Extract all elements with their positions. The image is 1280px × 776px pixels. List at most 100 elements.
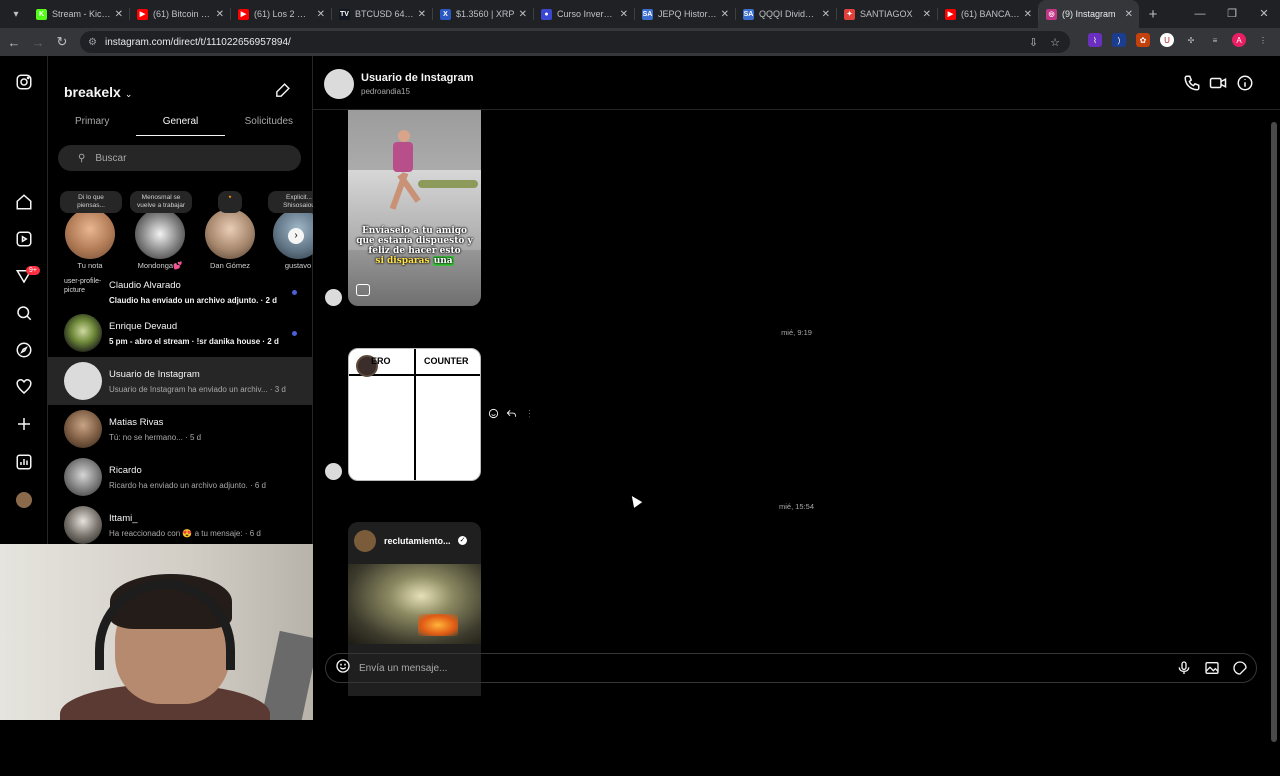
avatar[interactable] [324, 69, 354, 99]
image-icon[interactable] [1204, 660, 1220, 681]
more-options-icon[interactable] [524, 406, 535, 424]
close-tab-icon[interactable]: ✕ [418, 9, 426, 20]
page-scrollbar[interactable] [1268, 112, 1280, 776]
new-message-icon[interactable] [274, 82, 291, 104]
reply-icon[interactable] [506, 406, 517, 424]
forward-button[interactable]: → [26, 35, 50, 50]
close-tab-icon[interactable]: ✕ [923, 9, 931, 20]
tab-title: JEPQ Historical [658, 9, 717, 19]
sticker-icon[interactable] [1232, 660, 1248, 681]
search-input[interactable]: ⚲ Buscar [58, 145, 301, 171]
back-button[interactable]: ← [2, 35, 26, 50]
verified-icon: ✓ [458, 536, 467, 545]
message-input[interactable] [359, 662, 1139, 674]
tab-title: SANTIAGOX [860, 9, 913, 19]
browser-tab[interactable]: ✦ SANTIAGOX ✕ [836, 0, 937, 28]
tab-requests[interactable]: Solicitudes [225, 114, 313, 136]
close-window-button[interactable]: ✕ [1248, 0, 1280, 28]
browser-tab[interactable]: ◎ (9) Instagram ✕ [1038, 0, 1139, 28]
search-icon[interactable] [12, 301, 36, 325]
avatar [64, 314, 102, 352]
thread-preview: Ricardo ha enviado un archivo adjunto. ·… [109, 480, 266, 490]
note-item[interactable]: 🔸 Dan Gómez [200, 191, 260, 270]
close-tab-icon[interactable]: ✕ [620, 9, 628, 20]
thread-row[interactable]: Ittami_ Ha reaccionado con 😍 a tu mensaj… [48, 501, 313, 549]
thread-preview: Usuario de Instagram ha enviado un archi… [109, 384, 286, 394]
emoji-icon[interactable] [335, 658, 351, 679]
close-tab-icon[interactable]: ✕ [317, 9, 325, 20]
bookmark-star-icon[interactable]: ☆ [1050, 36, 1060, 49]
extension-icon[interactable]: U [1160, 33, 1174, 47]
reel-message[interactable]: Envíaselo a tu amigo que estaría dispues… [348, 110, 481, 306]
tab-primary[interactable]: Primary [48, 114, 136, 136]
info-icon[interactable] [1236, 74, 1254, 97]
browser-tab[interactable]: TV BTCUSD 64.495 ✕ [331, 0, 432, 28]
url-text: instagram.com/direct/t/111022656957894/ [104, 36, 291, 48]
maximize-button[interactable]: ❐ [1216, 0, 1248, 28]
close-tab-icon[interactable]: ✕ [519, 9, 527, 20]
image-message[interactable]: ERO COUNTER [348, 348, 481, 481]
close-tab-icon[interactable]: ✕ [721, 9, 729, 20]
heart-icon[interactable] [12, 375, 36, 399]
home-icon[interactable] [12, 190, 36, 214]
tab-title: Curso Inversión [557, 9, 616, 19]
extension-icon[interactable]: ⌇ [1088, 33, 1102, 47]
browser-tab[interactable]: ▶ (61) BANCAL D ✕ [937, 0, 1038, 28]
browser-tab[interactable]: K Stream - Kick D ✕ [28, 0, 129, 28]
chat-contact-name[interactable]: Usuario de Instagram [361, 72, 473, 84]
dashboard-icon[interactable] [12, 450, 36, 474]
create-plus-icon[interactable] [12, 412, 36, 436]
close-tab-icon[interactable]: ✕ [1125, 9, 1133, 20]
close-tab-icon[interactable]: ✕ [216, 9, 224, 20]
meme-label-left: ERO [371, 356, 391, 366]
address-bar[interactable]: ⚙ instagram.com/direct/t/111022656957894… [80, 31, 1070, 53]
media-icon[interactable]: ≡ [1208, 33, 1222, 47]
avatar [354, 530, 376, 552]
thread-row[interactable]: Matias Rivas Tú: no se hermano... · 5 d [48, 405, 313, 453]
tab-search-icon[interactable]: ▾ [4, 4, 28, 24]
reels-icon[interactable] [12, 227, 36, 251]
extension-icon[interactable]: ✿ [1136, 33, 1150, 47]
react-icon[interactable] [488, 406, 499, 424]
browser-tab[interactable]: SA QQQI Dividend ✕ [735, 0, 836, 28]
reload-button[interactable]: ↻ [50, 34, 74, 50]
account-switcher[interactable]: breakelx ⌄ [64, 84, 132, 100]
microphone-icon[interactable] [1176, 660, 1192, 681]
thread-row[interactable]: Ricardo Ricardo ha enviado un archivo ad… [48, 453, 313, 501]
close-tab-icon[interactable]: ✕ [1024, 9, 1032, 20]
thread-row-selected[interactable]: Usuario de Instagram Usuario de Instagra… [48, 357, 313, 405]
close-tab-icon[interactable]: ✕ [115, 9, 123, 20]
browser-tab[interactable]: ▶ (61) Los 2 MEJ ✕ [230, 0, 331, 28]
puzzle-icon[interactable]: ✣ [1184, 33, 1198, 47]
extension-icon[interactable]: ) [1112, 33, 1126, 47]
video-call-icon[interactable] [1209, 74, 1227, 97]
minimize-button[interactable]: — [1184, 0, 1216, 28]
thread-name: Ricardo [109, 464, 142, 476]
profile-avatar[interactable]: A [1232, 33, 1246, 47]
thread-preview: Ha reaccionado con 😍 a tu mensaje: · 6 d [109, 528, 261, 538]
note-item[interactable]: Di lo que piensas... Tu nota [60, 191, 122, 270]
tab-favicon-icon: SA [642, 8, 653, 20]
note-item[interactable]: Menosmal se vuelve a trabajar Mondonga💕 [130, 191, 192, 270]
chat-header: Usuario de Instagram pedroandia15 [313, 56, 1280, 110]
thread-row[interactable]: Enrique Devaud 5 pm - abro el stream · !… [48, 309, 313, 357]
new-tab-button[interactable]: + [1139, 6, 1167, 23]
profile-icon[interactable] [12, 488, 36, 512]
tab-favicon-icon: X [440, 8, 451, 20]
avatar [325, 463, 342, 480]
explore-icon[interactable] [12, 338, 36, 362]
site-info-icon[interactable]: ⚙ [88, 37, 97, 48]
install-app-icon[interactable]: ⇩ [1029, 36, 1038, 49]
unread-dot [292, 331, 297, 336]
instagram-logo-icon[interactable] [12, 70, 36, 94]
close-tab-icon[interactable]: ✕ [822, 9, 830, 20]
browser-tab[interactable]: ▶ (61) Bitcoin Tra ✕ [129, 0, 230, 28]
notes-next-arrow[interactable]: › [288, 228, 304, 244]
browser-tab[interactable]: ● Curso Inversión ✕ [533, 0, 634, 28]
unread-dot [292, 290, 297, 295]
browser-menu-icon[interactable]: ⋮ [1256, 33, 1270, 47]
browser-tab[interactable]: SA JEPQ Historical ✕ [634, 0, 735, 28]
tab-general[interactable]: General [136, 114, 225, 136]
browser-tab[interactable]: X $1.3560 | XRP ✕ [432, 0, 533, 28]
phone-icon[interactable] [1183, 74, 1201, 97]
